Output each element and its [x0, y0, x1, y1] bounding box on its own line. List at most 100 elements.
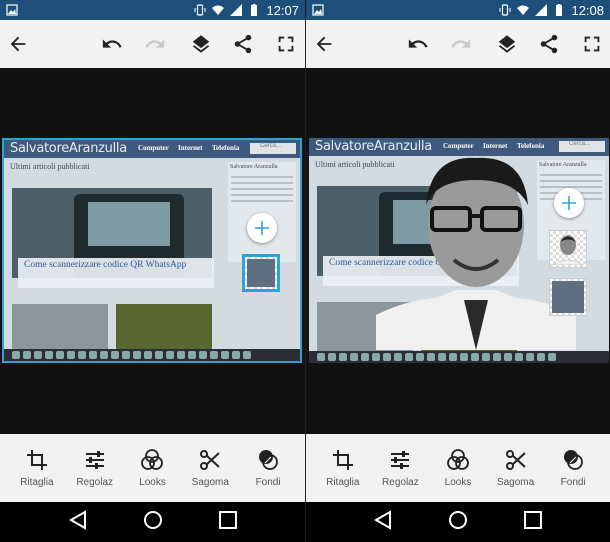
tool-crop[interactable]: Ritaglia	[10, 448, 64, 488]
photo-layer-selected[interactable]: SalvatoreAranzulla Computer Internet Tel…	[2, 138, 302, 363]
tool-blend[interactable]: Fondi	[546, 448, 600, 488]
layers-icon	[192, 35, 210, 53]
fullscreen-button[interactable]	[580, 32, 604, 56]
photo-sidebar-title: Salvatore Aranzulla	[230, 164, 278, 170]
undo-button[interactable]	[406, 32, 430, 56]
share-button[interactable]	[537, 32, 561, 56]
vibrate-icon	[499, 4, 511, 16]
top-toolbar	[306, 20, 610, 68]
layers-button[interactable]	[189, 32, 213, 56]
status-bar: 12:08	[306, 0, 610, 20]
wifi-icon	[517, 5, 530, 15]
tools-bar: Ritaglia Regolaz Looks Sagoma Fondi	[0, 434, 305, 502]
layer-thumb-photo[interactable]	[549, 278, 587, 316]
screen-left: 12:07 SalvatoreAranzulla Computer Intern…	[0, 0, 305, 542]
nav-back-button[interactable]	[67, 509, 89, 536]
scissors-icon	[505, 450, 526, 470]
photo-dock	[4, 349, 300, 361]
fullscreen-button[interactable]	[274, 32, 298, 56]
recents-square-icon	[218, 510, 237, 529]
tools-bar: Ritaglia Regolaz Looks Sagoma Fondi	[306, 434, 610, 502]
looks-circles-icon	[447, 449, 469, 470]
home-circle-icon	[143, 510, 162, 529]
photo-nav-item: Computer	[138, 144, 169, 152]
back-triangle-icon	[68, 509, 86, 530]
layer-thumb-person[interactable]	[549, 230, 587, 268]
nav-recents-button[interactable]	[217, 509, 239, 536]
recents-square-icon	[523, 510, 542, 529]
battery-icon	[556, 4, 563, 16]
photo-nav-item: Internet	[483, 142, 508, 150]
share-button[interactable]	[231, 32, 255, 56]
add-layer-button[interactable]	[247, 213, 277, 243]
tool-adjust[interactable]: Regolaz	[373, 448, 427, 488]
blend-icon	[259, 450, 278, 470]
plus-icon	[562, 196, 576, 210]
share-icon	[540, 34, 558, 54]
back-button[interactable]	[312, 32, 336, 56]
photo-nav-item: Computer	[443, 142, 474, 150]
scissors-icon	[200, 450, 220, 470]
fullscreen-icon	[278, 36, 294, 52]
top-toolbar	[0, 20, 305, 68]
tool-cutout[interactable]: Sagoma	[183, 448, 237, 488]
status-bar: 12:07	[0, 0, 305, 20]
crop-icon	[26, 450, 47, 470]
android-nav-bar	[0, 502, 305, 542]
undo-icon	[408, 39, 428, 48]
fullscreen-icon	[584, 36, 600, 52]
home-circle-icon	[448, 510, 467, 529]
tool-crop[interactable]: Ritaglia	[316, 448, 370, 488]
redo-icon	[451, 39, 471, 48]
add-layer-button[interactable]	[554, 188, 584, 218]
android-nav-bar	[306, 502, 610, 542]
photo-nav-item: Telefonia	[517, 142, 545, 150]
wifi-icon	[212, 5, 225, 15]
photo-brand: SalvatoreAranzulla	[10, 141, 127, 156]
vibrate-icon	[194, 4, 206, 16]
layers-icon	[498, 35, 516, 53]
photo-caption: Come scannerizzare codice QR WhatsApp	[18, 258, 214, 288]
redo-button[interactable]	[143, 32, 167, 56]
photo-sidebar: Salvatore Aranzulla	[228, 162, 296, 262]
tool-cutout[interactable]: Sagoma	[489, 448, 543, 488]
person-thumb-icon	[553, 235, 583, 265]
share-icon	[234, 34, 252, 54]
adjust-sliders-icon	[85, 451, 104, 469]
photo-search: Cerca...	[250, 143, 296, 154]
photo-nav-item: Telefonia	[212, 144, 240, 152]
photo-nav-item: Internet	[178, 144, 203, 152]
adjust-sliders-icon	[391, 451, 410, 469]
nav-recents-button[interactable]	[522, 509, 544, 536]
photo-dock	[309, 351, 609, 363]
plus-icon	[255, 221, 269, 235]
blend-icon	[564, 450, 584, 470]
back-triangle-icon	[374, 509, 392, 530]
arrow-left-icon	[10, 36, 26, 52]
battery-icon	[251, 4, 258, 16]
photo-subtitle: Ultimi articoli pubblicati	[10, 162, 90, 171]
gallery-notification-icon	[312, 4, 324, 16]
undo-button[interactable]	[100, 32, 124, 56]
tool-adjust[interactable]: Regolaz	[68, 448, 122, 488]
photo-site-header: SalvatoreAranzulla Computer Internet Tel…	[4, 140, 300, 158]
undo-icon	[102, 39, 122, 48]
tool-looks[interactable]: Looks	[125, 448, 179, 488]
tool-blend[interactable]: Fondi	[241, 448, 295, 488]
layers-button[interactable]	[495, 32, 519, 56]
layer-thumb-photo[interactable]	[242, 254, 280, 292]
screen-right: 12:08 SalvatoreAranzulla Computer Intern…	[305, 0, 610, 542]
tool-looks[interactable]: Looks	[431, 448, 485, 488]
status-time: 12:07	[266, 2, 299, 18]
gallery-notification-icon	[6, 4, 18, 16]
signal-icon	[535, 4, 548, 16]
back-button[interactable]	[6, 32, 30, 56]
redo-button[interactable]	[449, 32, 473, 56]
person-cutout-layer[interactable]	[376, 150, 576, 350]
nav-back-button[interactable]	[372, 509, 394, 536]
nav-home-button[interactable]	[447, 509, 469, 536]
nav-home-button[interactable]	[142, 509, 164, 536]
looks-circles-icon	[141, 449, 164, 470]
arrow-left-icon	[316, 36, 332, 52]
status-time: 12:08	[571, 2, 604, 18]
